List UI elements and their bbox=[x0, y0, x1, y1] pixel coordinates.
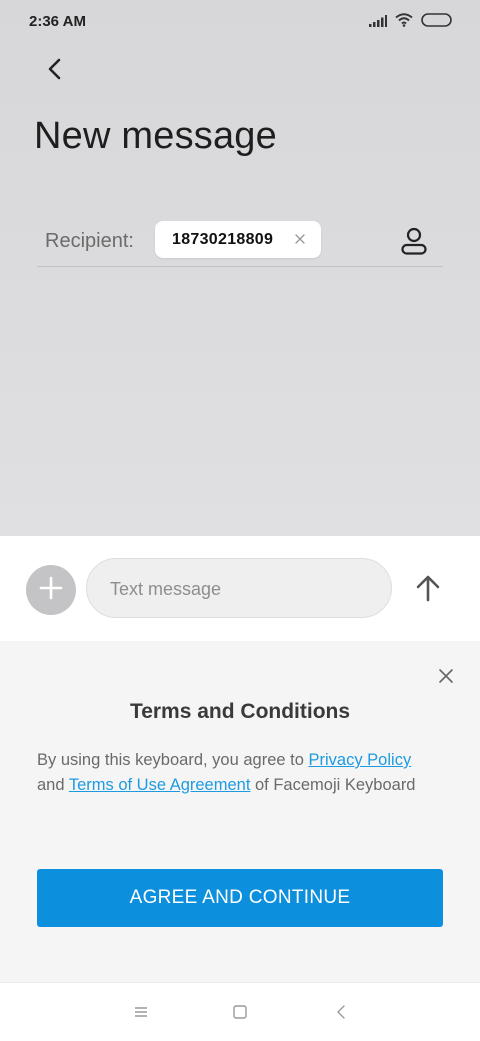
terms-panel: Terms and Conditions By using this keybo… bbox=[0, 641, 480, 982]
terms-body-suffix: of Facemoji Keyboard bbox=[250, 775, 416, 794]
back-icon[interactable] bbox=[331, 1003, 351, 1021]
page-title: New message bbox=[34, 115, 277, 157]
wifi-icon bbox=[395, 13, 413, 32]
recipient-label: Recipient: bbox=[45, 230, 134, 252]
close-icon[interactable] bbox=[436, 666, 456, 686]
back-button[interactable] bbox=[40, 56, 70, 86]
terms-body: By using this keyboard, you agree to Pri… bbox=[37, 748, 437, 797]
send-arrow-icon bbox=[415, 574, 441, 607]
status-time: 2:36 AM bbox=[29, 13, 86, 30]
terms-of-use-link[interactable]: Terms of Use Agreement bbox=[69, 776, 251, 794]
add-attachment-button[interactable] bbox=[26, 565, 76, 615]
recipient-row: Recipient: 18730218809 bbox=[37, 220, 443, 267]
contact-picker-button[interactable] bbox=[397, 224, 431, 258]
text-message-input[interactable] bbox=[110, 577, 370, 601]
back-arrow-icon bbox=[47, 58, 63, 85]
battery-icon bbox=[421, 13, 452, 32]
send-button[interactable] bbox=[408, 570, 448, 610]
recipient-chip-number: 18730218809 bbox=[172, 231, 274, 248]
recipient-chip[interactable]: 18730218809 bbox=[155, 221, 321, 258]
text-message-field[interactable] bbox=[86, 558, 392, 618]
privacy-policy-link[interactable]: Privacy Policy bbox=[309, 751, 412, 769]
agree-and-continue-button[interactable]: AGREE AND CONTINUE bbox=[37, 869, 443, 927]
home-icon[interactable] bbox=[230, 1003, 250, 1021]
conversation-area: 2:36 AM New message Recipient: 187302188… bbox=[0, 0, 480, 536]
navigation-bar bbox=[0, 982, 480, 1041]
close-icon[interactable] bbox=[293, 232, 307, 246]
terms-body-prefix: By using this keyboard, you agree to bbox=[37, 751, 309, 769]
status-bar: 2:36 AM bbox=[0, 0, 480, 44]
plus-icon bbox=[39, 576, 63, 605]
terms-title: Terms and Conditions bbox=[129, 700, 351, 723]
status-icons bbox=[369, 13, 452, 32]
contact-icon bbox=[397, 227, 431, 262]
compose-bar bbox=[0, 536, 480, 641]
menu-icon[interactable] bbox=[131, 1003, 151, 1021]
terms-body-and: and bbox=[37, 775, 69, 794]
signal-icon bbox=[369, 14, 387, 32]
